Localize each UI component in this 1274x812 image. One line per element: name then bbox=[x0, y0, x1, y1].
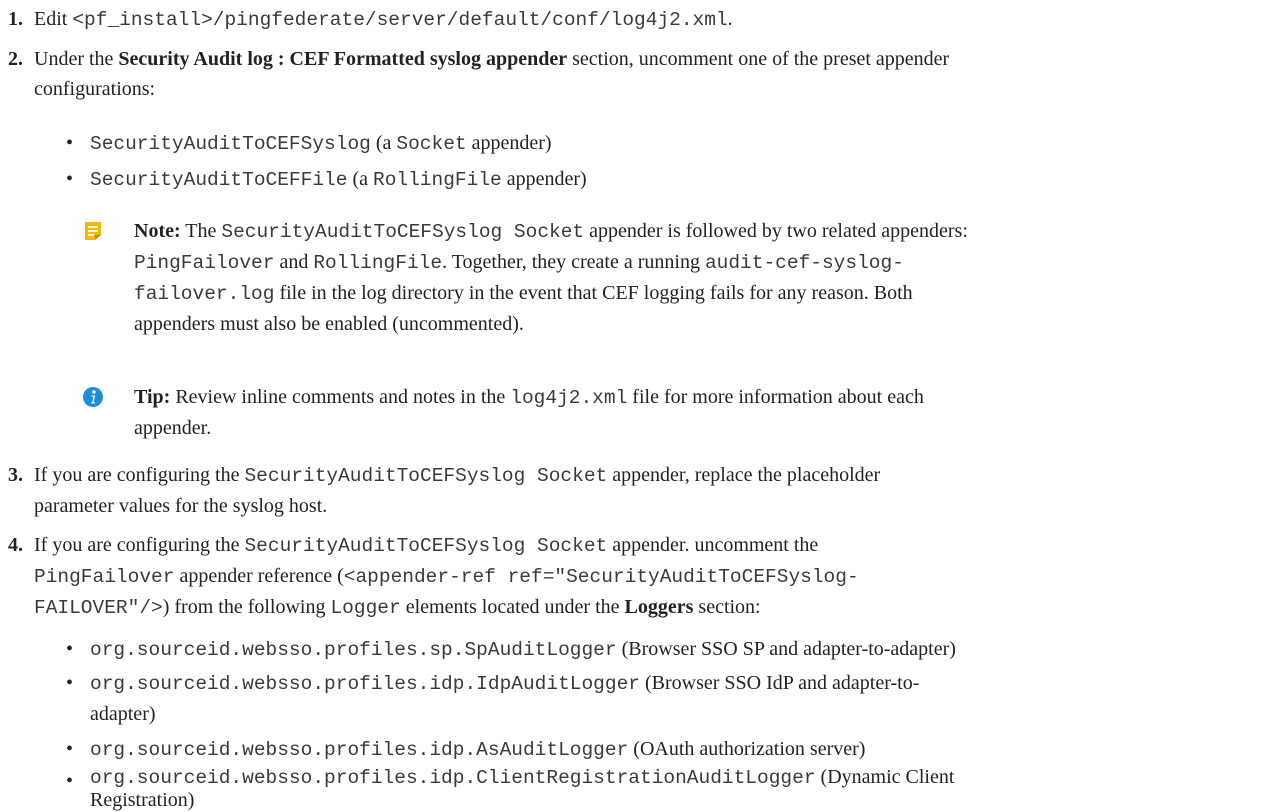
step-text-segment: . bbox=[727, 8, 733, 30]
item-text: (a bbox=[370, 132, 397, 154]
appender-ref-code: FAILOVER"/> bbox=[34, 597, 163, 619]
logger-name-code: org.sourceid.websso.profiles.idp.IdpAudi… bbox=[90, 673, 640, 695]
logger-name-code: org.sourceid.websso.profiles.idp.AsAudit… bbox=[90, 739, 629, 761]
step-text-segment: Edit bbox=[34, 8, 73, 30]
step-text-segment: appender reference ( bbox=[174, 565, 344, 587]
document-page: 1. Edit <pf_install>/pingfederate/server… bbox=[0, 0, 1274, 812]
note-code: failover.log bbox=[134, 283, 275, 305]
step-text: If you are configuring the SecurityAudit… bbox=[34, 530, 1264, 623]
step-number: 1. bbox=[8, 8, 23, 30]
appender-type-code: RollingFile bbox=[373, 169, 502, 191]
note-text-segment: file in the log directory in the event t… bbox=[274, 282, 913, 304]
step-text-segment: appender. uncomment the bbox=[607, 534, 819, 556]
step-text-segment: ) from the following bbox=[162, 596, 331, 618]
item-text-line: adapter) bbox=[90, 703, 156, 725]
step-text-segment: If you are configuring the bbox=[34, 464, 245, 486]
tip-text-segment: file for more information about each bbox=[627, 386, 924, 408]
item-text: (a bbox=[347, 168, 373, 190]
appender-code: PingFailover bbox=[34, 566, 175, 588]
note-text-segment: . Together, they create a running bbox=[442, 251, 705, 273]
tip-label: Tip: bbox=[134, 386, 171, 408]
item-text: appender) bbox=[466, 132, 552, 154]
step-text-line: configurations: bbox=[34, 78, 156, 100]
note-code: SecurityAuditToCEFSyslog Socket bbox=[221, 221, 585, 243]
bullet: • bbox=[66, 132, 74, 154]
bullet: • bbox=[66, 168, 74, 190]
appender-code: SecurityAuditToCEFSyslog Socket bbox=[244, 535, 608, 557]
step-text-line: parameter values for the syslog host. bbox=[34, 495, 328, 517]
item-text: (Dynamic Client bbox=[815, 766, 955, 788]
step-text-segment: If you are configuring the bbox=[34, 534, 245, 556]
logger-name-code: org.sourceid.websso.profiles.idp.ClientR… bbox=[90, 767, 816, 789]
note-text-segment: and bbox=[274, 251, 314, 273]
section-name: Security Audit log : CEF Formatted syslo… bbox=[118, 48, 568, 70]
note-code: PingFailover bbox=[134, 252, 275, 274]
note-code: RollingFile bbox=[313, 252, 443, 274]
bullet: • bbox=[66, 738, 74, 760]
note-code: audit-cef-syslog- bbox=[704, 252, 904, 274]
note-icon bbox=[85, 222, 101, 240]
logger-code: Logger bbox=[330, 597, 401, 619]
appender-ref-code: <appender-ref ref="SecurityAuditToCEFSys… bbox=[343, 566, 859, 588]
step-number: 4. bbox=[8, 534, 23, 556]
appender-code: SecurityAuditToCEFSyslog Socket bbox=[244, 465, 608, 487]
step-text: Edit <pf_install>/pingfederate/server/de… bbox=[34, 4, 1264, 35]
section-name: Loggers bbox=[624, 596, 694, 618]
appender-name-code: SecurityAuditToCEFFile bbox=[90, 169, 348, 191]
bullet: • bbox=[66, 638, 74, 660]
appender-name-code: SecurityAuditToCEFSyslog bbox=[90, 133, 371, 155]
item-text-line: Registration) bbox=[90, 789, 195, 811]
note-label: Note: bbox=[134, 220, 181, 242]
note-text-line: appenders must also be enabled (uncommen… bbox=[134, 313, 524, 335]
tip-text: Tip: Review inline comments and notes in… bbox=[134, 382, 1264, 443]
logger-name-code: org.sourceid.websso.profiles.sp.SpAuditL… bbox=[90, 639, 617, 661]
note-text-segment: The bbox=[180, 220, 222, 242]
tip-code: log4j2.xml bbox=[510, 387, 628, 409]
step-number: 3. bbox=[8, 464, 23, 486]
step-text-segment: Under the bbox=[34, 48, 119, 70]
tip-text-segment: Review inline comments and notes in the bbox=[170, 386, 511, 408]
step-text-segment: section: bbox=[693, 596, 761, 618]
item-text: (OAuth authorization server) bbox=[628, 738, 866, 760]
step-text: Under the Security Audit log : CEF Forma… bbox=[34, 44, 1264, 104]
step-text-segment: appender, replace the placeholder bbox=[607, 464, 881, 486]
step-number: 2. bbox=[8, 48, 23, 70]
item-text: (Browser SSO SP and adapter-to-adapter) bbox=[616, 638, 956, 660]
bullet: • bbox=[66, 672, 74, 694]
step-text: If you are configuring the SecurityAudit… bbox=[34, 460, 1264, 521]
bullet: • bbox=[66, 770, 74, 792]
item-text: appender) bbox=[501, 168, 587, 190]
tip-text-line: appender. bbox=[134, 417, 212, 439]
step-text-segment: elements located under the bbox=[400, 596, 625, 618]
note-text-segment: appender is followed by two related appe… bbox=[584, 220, 968, 242]
note-text: Note: The SecurityAuditToCEFSyslog Socke… bbox=[134, 216, 1264, 339]
file-path-code: <pf_install>/pingfederate/server/default… bbox=[72, 9, 728, 31]
item-text: (Browser SSO IdP and adapter-to- bbox=[640, 672, 920, 694]
info-icon bbox=[83, 387, 103, 407]
appender-type-code: Socket bbox=[396, 133, 467, 155]
step-text-segment: section, uncomment one of the preset app… bbox=[567, 48, 950, 70]
